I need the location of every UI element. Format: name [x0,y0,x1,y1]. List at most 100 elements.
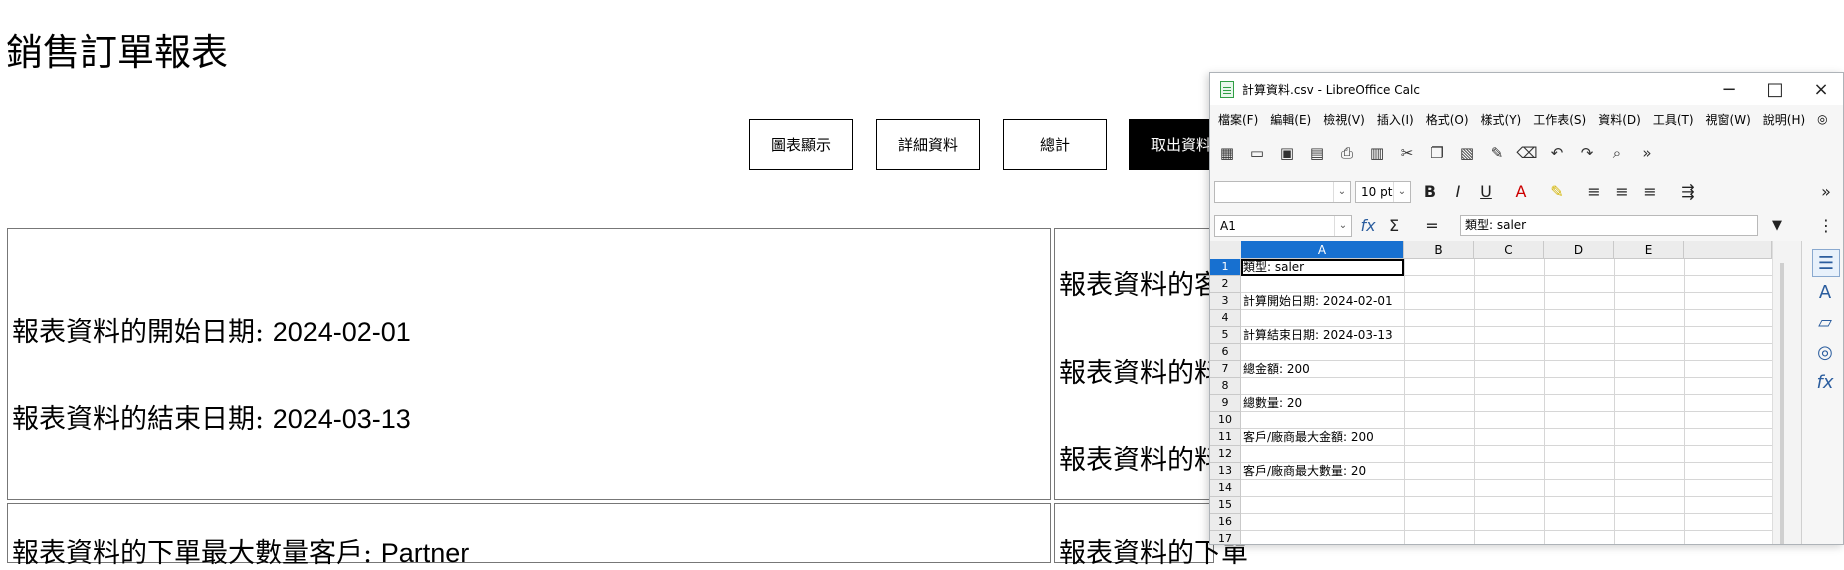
close-icon[interactable]: × [1798,73,1843,105]
table-row[interactable] [1241,531,1772,544]
menu-edit[interactable]: 編輯(E) [1270,111,1311,128]
export-pdf-icon[interactable]: ▤ [1304,141,1330,165]
redo-icon[interactable]: ↷ [1574,141,1600,165]
row-header-13[interactable]: 13 [1210,463,1241,480]
row-header-11[interactable]: 11 [1210,429,1241,446]
chevron-down-icon[interactable]: ⌄ [1333,182,1350,202]
row-header-5[interactable]: 5 [1210,327,1241,344]
new-document-icon[interactable]: ▦ [1214,141,1240,165]
undo-icon[interactable]: ↶ [1544,141,1570,165]
align-left-icon[interactable]: ≡ [1582,181,1606,203]
maximize-icon[interactable]: □ [1752,73,1798,105]
chevron-down-icon[interactable]: ⌄ [1393,182,1410,202]
gallery-icon[interactable]: ▱ [1812,309,1838,335]
print-preview-icon[interactable]: ▥ [1364,141,1390,165]
clear-formatting-icon[interactable]: ⌫ [1514,141,1540,165]
more-toolbar-icon[interactable]: » [1634,141,1660,165]
menu-view[interactable]: 檢視(V) [1323,111,1365,128]
row-header-8[interactable]: 8 [1210,378,1241,395]
row-header-7[interactable]: 7 [1210,361,1241,378]
save-icon[interactable]: ▣ [1274,141,1300,165]
formula-icon[interactable]: = [1420,215,1444,237]
name-box[interactable]: A1 ⌄ [1214,215,1352,237]
bold-icon[interactable]: B [1418,181,1442,203]
window-titlebar[interactable]: 計算資料.csv - LibreOffice Calc − □ × [1210,73,1843,105]
row-header-2[interactable]: 2 [1210,276,1241,293]
cell-a9[interactable]: 總數量: 20 [1243,395,1302,412]
total-button[interactable]: 總計 [1003,119,1107,170]
minimize-icon[interactable]: − [1706,73,1752,105]
select-all-corner[interactable] [1210,241,1242,260]
menu-tools[interactable]: 工具(T) [1653,111,1694,128]
row-header-3[interactable]: 3 [1210,293,1241,310]
row-header-1[interactable]: 1 [1210,259,1241,276]
chevron-down-icon[interactable]: ⌄ [1334,216,1351,236]
italic-icon[interactable]: I [1446,181,1470,203]
table-row[interactable] [1241,497,1772,514]
column-header-e[interactable]: E [1614,241,1684,259]
menu-window[interactable]: 視窗(W) [1706,111,1751,128]
cut-icon[interactable]: ✂ [1394,141,1420,165]
navigator-icon[interactable]: ◎ [1812,339,1838,365]
sidebar-menu-icon[interactable]: ⋮ [1814,215,1838,237]
sum-icon[interactable]: Σ [1382,215,1406,237]
row-header-9[interactable]: 9 [1210,395,1241,412]
table-row[interactable] [1241,310,1772,327]
menu-help[interactable]: 說明(H) [1763,111,1805,128]
table-row[interactable] [1241,514,1772,531]
column-header-c[interactable]: C [1474,241,1544,259]
row-header-17[interactable]: 17 [1210,531,1241,544]
cell-a7[interactable]: 總金額: 200 [1243,361,1310,378]
functions-icon[interactable]: fx [1812,369,1838,395]
menu-data[interactable]: 資料(D) [1598,111,1641,128]
font-name-combobox[interactable]: ⌄ [1214,181,1351,203]
more-formatting-icon[interactable]: » [1814,181,1838,203]
menu-styles[interactable]: 樣式(Y) [1481,111,1522,128]
chart-view-button[interactable]: 圖表顯示 [749,119,853,170]
table-row[interactable] [1241,378,1772,395]
libreoffice-calc-window[interactable]: 計算資料.csv - LibreOffice Calc − □ × 檔案(F) … [1209,72,1844,545]
column-header-f[interactable] [1684,241,1772,259]
row-header-16[interactable]: 16 [1210,514,1241,531]
underline-icon[interactable]: U [1474,181,1498,203]
table-row[interactable] [1241,361,1772,378]
column-header-d[interactable]: D [1544,241,1614,259]
row-header-14[interactable]: 14 [1210,480,1241,497]
table-row[interactable] [1241,480,1772,497]
formula-input[interactable]: 類型: saler [1460,215,1758,236]
open-folder-icon[interactable]: ▭ [1244,141,1270,165]
expand-formula-icon[interactable]: ▼ [1765,215,1789,237]
wrap-text-icon[interactable]: ⇶ [1676,181,1700,203]
globe-icon[interactable]: ◎ [1817,112,1827,126]
print-icon[interactable]: ⎙ [1334,141,1360,165]
styles-icon[interactable]: A [1812,279,1838,305]
font-color-icon[interactable]: A [1509,181,1533,203]
menu-insert[interactable]: 插入(I) [1377,111,1414,128]
cell-a13[interactable]: 客戶/廠商最大數量: 20 [1243,463,1366,480]
row-header-15[interactable]: 15 [1210,497,1241,514]
row-header-10[interactable]: 10 [1210,412,1241,429]
menu-format[interactable]: 格式(O) [1426,111,1469,128]
table-row[interactable] [1241,446,1772,463]
table-row[interactable] [1241,344,1772,361]
menu-file[interactable]: 檔案(F) [1218,111,1258,128]
copy-icon[interactable]: ❐ [1424,141,1450,165]
align-center-icon[interactable]: ≡ [1610,181,1634,203]
properties-icon[interactable]: ☰ [1812,249,1840,277]
details-button[interactable]: 詳細資料 [876,119,980,170]
table-row[interactable] [1241,276,1772,293]
align-right-icon[interactable]: ≡ [1638,181,1662,203]
table-row[interactable] [1241,395,1772,412]
highlight-color-icon[interactable]: ✎ [1545,181,1569,203]
table-row[interactable] [1241,412,1772,429]
paste-icon[interactable]: ▧ [1454,141,1480,165]
font-size-combobox[interactable]: 10 pt ⌄ [1355,181,1411,203]
column-header-a[interactable]: A [1241,241,1404,259]
clone-formatting-icon[interactable]: ✎ [1484,141,1510,165]
vertical-scrollbar[interactable] [1772,241,1802,544]
cell-a3[interactable]: 計算開始日期: 2024-02-01 [1243,293,1393,310]
row-header-4[interactable]: 4 [1210,310,1241,327]
column-header-b[interactable]: B [1404,241,1474,259]
menu-sheet[interactable]: 工作表(S) [1533,111,1586,128]
cell-a11[interactable]: 客戶/廠商最大金額: 200 [1243,429,1374,446]
